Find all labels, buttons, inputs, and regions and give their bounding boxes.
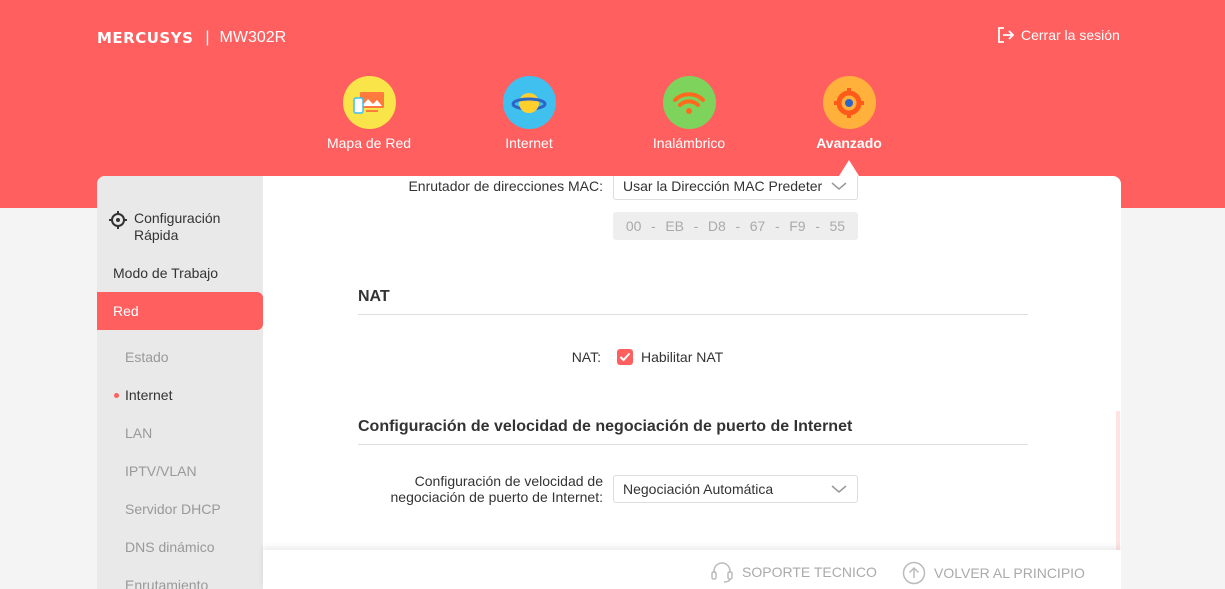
main-nav: Mapa de Red Internet Inalámbrico Avanzad… — [0, 76, 1225, 176]
footer: SOPORTE TECNICO VOLVER AL PRINCIPIO — [263, 550, 1121, 589]
divider — [358, 314, 1028, 315]
gear-icon — [822, 76, 876, 129]
checkmark-icon — [619, 352, 631, 362]
sidebar-item-label: DNS dinámico — [125, 539, 215, 555]
sidebar-item-label: Red — [113, 303, 139, 319]
sidebar-item-label: Estado — [125, 349, 169, 365]
nav-advanced[interactable]: Avanzado — [789, 76, 909, 151]
model-name: MW302R — [219, 29, 287, 46]
planet-icon — [502, 76, 556, 129]
speed-label: Configuración de velocidad de negociació… — [343, 473, 604, 505]
sidebar-item-network[interactable]: Red — [97, 292, 263, 330]
speed-select[interactable]: Negociación Automática — [613, 475, 858, 503]
nav-label: Inalámbrico — [652, 135, 726, 151]
sidebar-subitem-routing[interactable]: Enrutamiento — [97, 566, 263, 589]
logout-label: Cerrar la sesión — [1021, 27, 1120, 43]
back-to-top-label: VOLVER AL PRINCIPIO — [934, 565, 1085, 581]
sidebar-subitem-internet[interactable]: Internet — [97, 376, 263, 414]
logout-icon — [998, 27, 1015, 43]
sidebar: Configuración Rápida Modo de Trabajo Red… — [97, 176, 263, 589]
mac-router-select[interactable]: Usar la Dirección MAC Predeterminada — [613, 176, 858, 200]
content-area: Enrutador de direcciones MAC: Usar la Di… — [263, 176, 1121, 589]
chevron-down-icon — [831, 182, 847, 190]
mac-separator: - — [815, 218, 820, 234]
select-value: Usar la Dirección MAC Predeterminada — [623, 178, 823, 194]
sidebar-item-label: Internet — [125, 387, 173, 403]
mac-octet: F9 — [789, 218, 806, 234]
nat-checkbox-label[interactable]: Habilitar NAT — [641, 349, 723, 365]
sidebar-subitem-lan[interactable]: LAN — [97, 414, 263, 452]
nav-network-map[interactable]: Mapa de Red — [309, 76, 429, 151]
brand-logo: MERCUSYS — [97, 29, 194, 47]
sidebar-item-label: Servidor DHCP — [125, 501, 221, 517]
back-to-top-link[interactable]: VOLVER AL PRINCIPIO — [902, 561, 1085, 585]
settings-icon — [109, 211, 127, 229]
headset-icon — [711, 562, 733, 583]
sidebar-quick-setup[interactable]: Configuración Rápida — [109, 210, 234, 244]
current-dot — [114, 393, 119, 398]
nav-label: Mapa de Red — [326, 135, 412, 151]
scrollbar[interactable] — [1116, 411, 1120, 551]
support-link[interactable]: SOPORTE TECNICO — [710, 561, 877, 583]
nav-internet[interactable]: Internet — [469, 76, 589, 151]
sidebar-subitem-status[interactable]: Estado — [97, 338, 263, 376]
nav-label: Avanzado — [816, 135, 882, 151]
mac-address-field: 00 - EB - D8 - 67 - F9 - 55 — [613, 212, 858, 240]
speed-section-title: Configuración de velocidad de negociació… — [358, 418, 853, 435]
sidebar-item-work-mode[interactable]: Modo de Trabajo — [97, 254, 263, 292]
brand: MERCUSYS | MW302R — [97, 29, 286, 47]
speed-label-line: Configuración de velocidad de — [414, 473, 603, 489]
sidebar-item-label: LAN — [125, 425, 153, 441]
sidebar-item-label: Enrutamiento — [125, 577, 209, 589]
mac-separator: - — [774, 218, 780, 234]
quick-setup-label: Configuración Rápida — [134, 210, 221, 243]
mac-octet: EB — [665, 218, 684, 234]
chevron-down-icon — [831, 485, 847, 493]
speed-label-line: negociación de puerto de Internet: — [390, 489, 604, 505]
sidebar-subitem-ddns[interactable]: DNS dinámico — [97, 528, 263, 566]
divider — [358, 444, 1028, 445]
mac-octet: 67 — [749, 218, 766, 234]
sidebar-item-label: Modo de Trabajo — [113, 265, 219, 281]
mac-octet: D8 — [707, 218, 726, 234]
mac-separator: - — [735, 218, 741, 234]
main-card: Configuración Rápida Modo de Trabajo Red… — [97, 176, 1121, 589]
nav-wireless[interactable]: Inalámbrico — [629, 76, 749, 151]
mac-router-label: Enrutador de direcciones MAC: — [408, 178, 603, 194]
arrow-up-circle-icon — [902, 561, 926, 585]
sidebar-item-label: IPTV/VLAN — [125, 463, 197, 479]
mac-octet: 00 — [625, 218, 642, 234]
network-map-icon — [342, 76, 396, 129]
nat-label: NAT: — [571, 349, 601, 365]
nat-section-title: NAT — [358, 288, 390, 305]
logout-button[interactable]: Cerrar la sesión — [997, 26, 1120, 44]
support-label: SOPORTE TECNICO — [742, 564, 877, 580]
nat-checkbox[interactable] — [617, 349, 633, 365]
sidebar-subitem-iptv[interactable]: IPTV/VLAN — [97, 452, 263, 490]
brand-separator: | — [205, 29, 210, 46]
nav-label: Internet — [505, 135, 553, 151]
mac-separator: - — [693, 218, 699, 234]
sidebar-subitem-dhcp[interactable]: Servidor DHCP — [97, 490, 263, 528]
mac-separator: - — [651, 218, 656, 234]
active-nav-indicator — [839, 160, 859, 176]
mac-octet: 55 — [829, 218, 846, 234]
wifi-icon — [662, 76, 716, 129]
select-value: Negociación Automática — [623, 481, 774, 497]
